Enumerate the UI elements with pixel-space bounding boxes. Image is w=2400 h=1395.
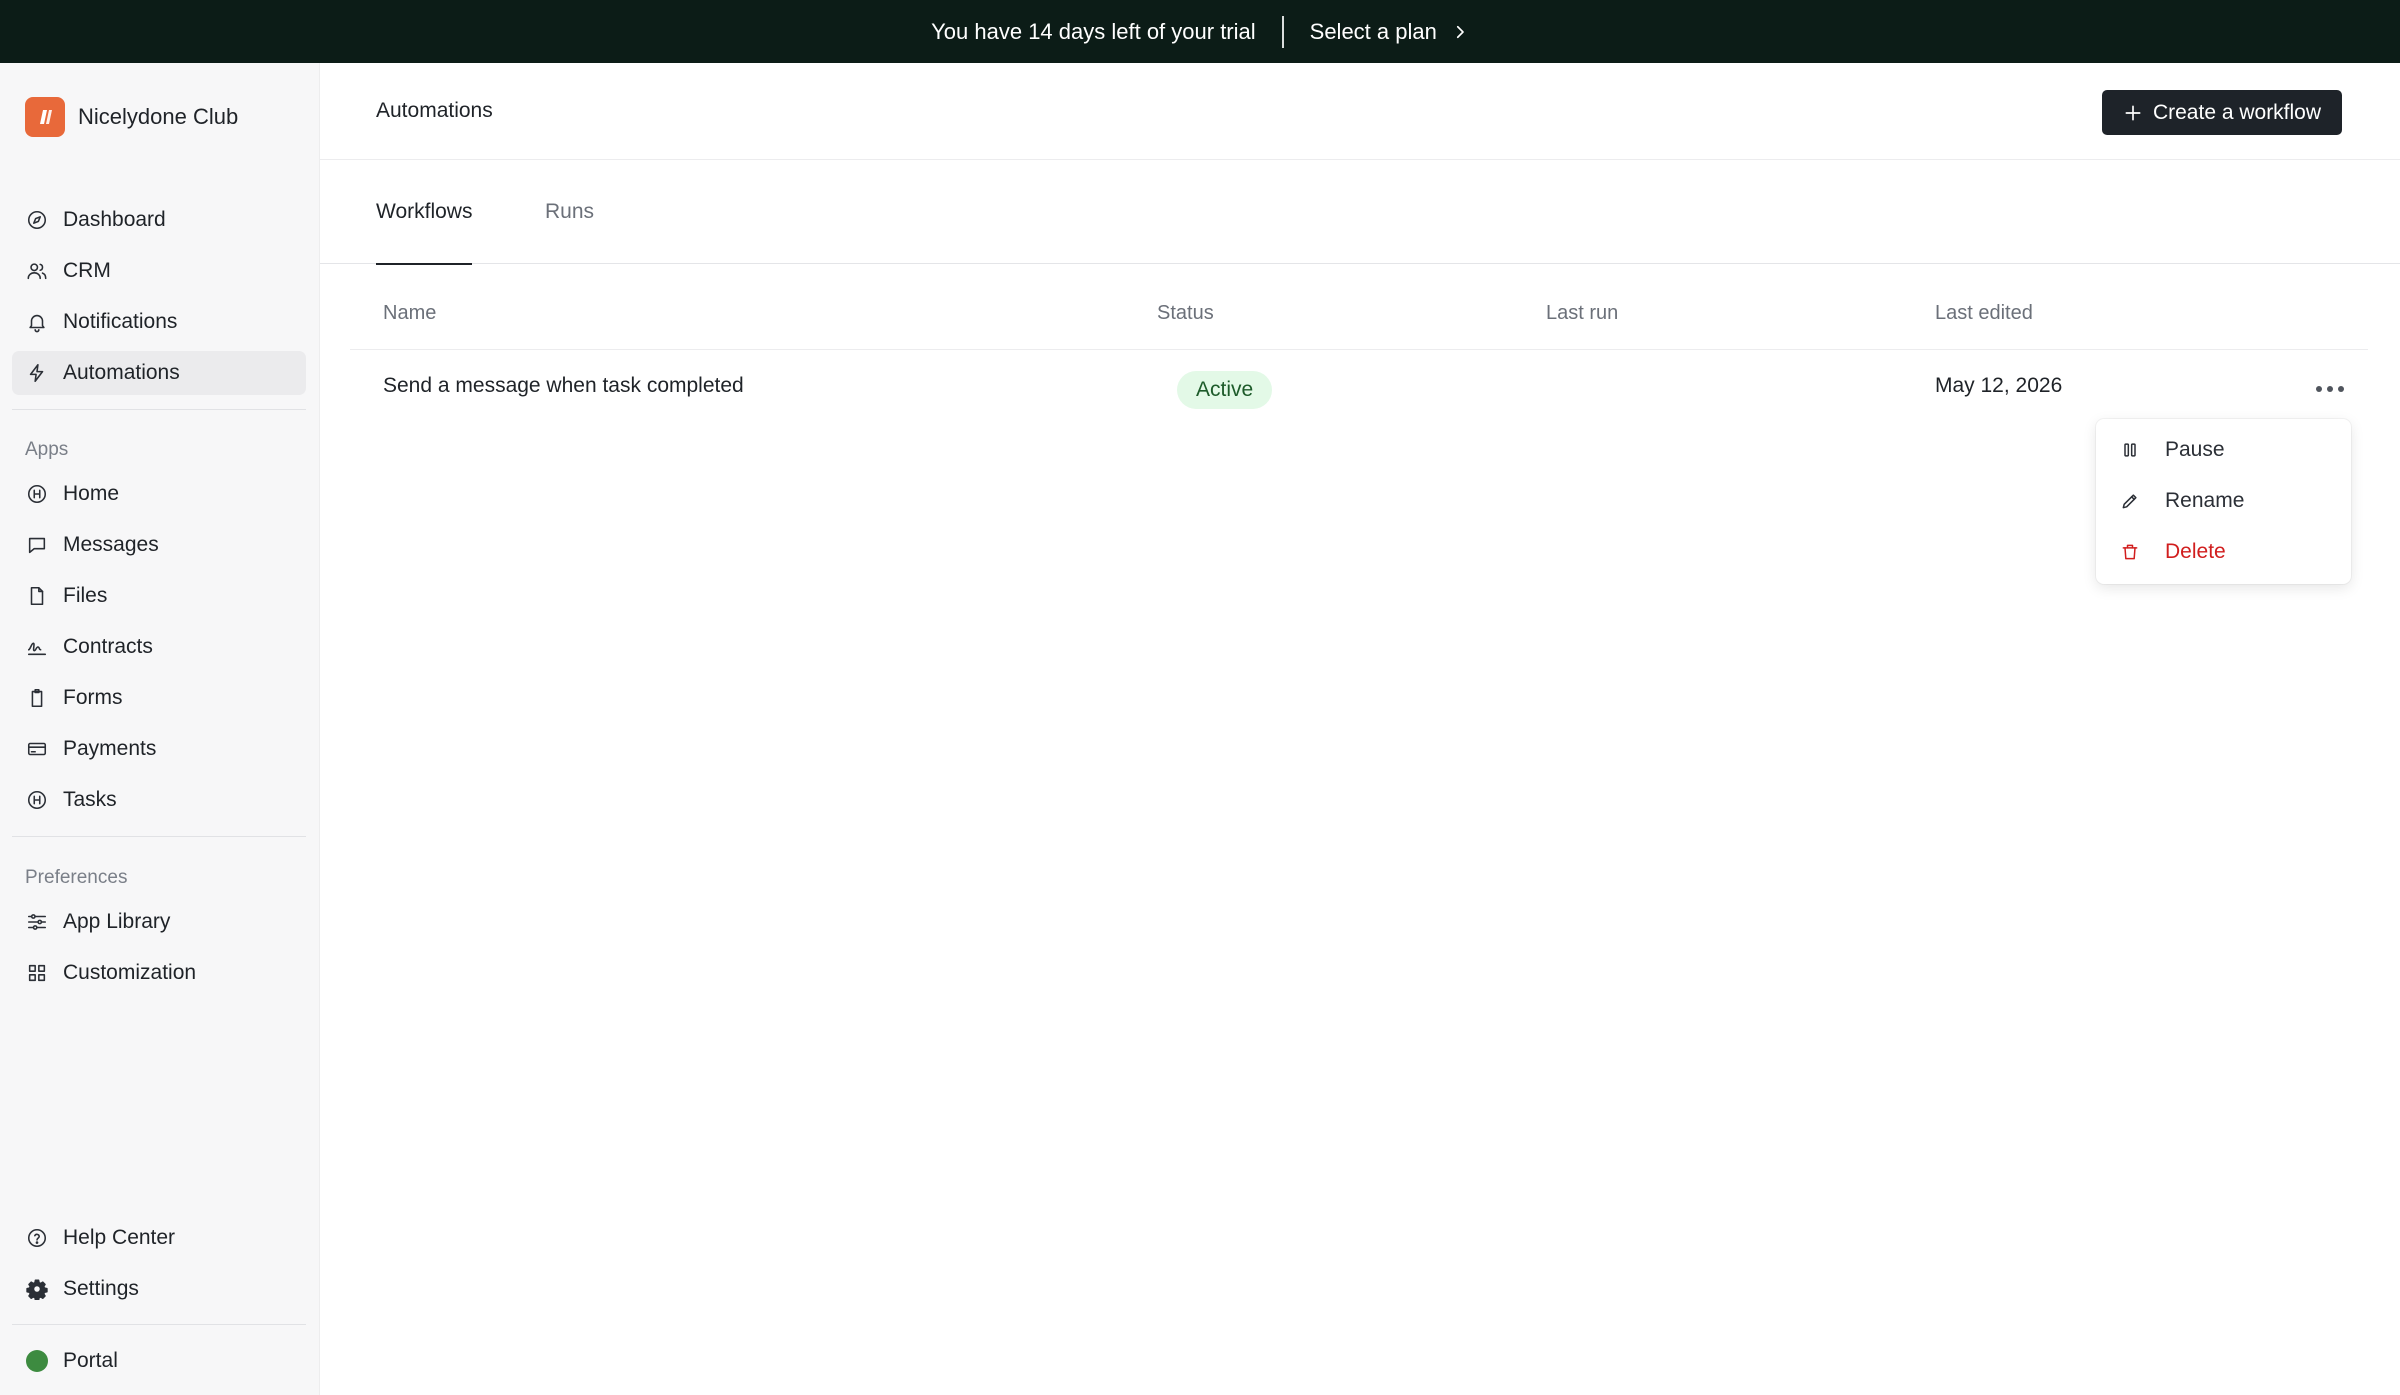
- workflow-name[interactable]: Send a message when task completed: [383, 374, 744, 398]
- grid-icon: [25, 961, 49, 985]
- clipboard-icon: [25, 686, 49, 710]
- column-header-last-run[interactable]: Last run: [1546, 302, 1618, 325]
- menu-item-label: Delete: [2165, 540, 2226, 563]
- sidebar-item-label: CRM: [63, 259, 111, 282]
- pencil-icon: [2122, 494, 2137, 509]
- sidebar-item-label: App Library: [63, 910, 171, 933]
- sidebar-item-settings[interactable]: Settings: [12, 1267, 306, 1311]
- sidebar-item-label: Payments: [63, 737, 157, 760]
- page-header: Automations Create a workflow: [320, 63, 2400, 160]
- status-badge-label: Active: [1196, 378, 1254, 401]
- trash-icon: [2122, 544, 2138, 560]
- gear-icon: [25, 1277, 49, 1301]
- sidebar-item-label: Dashboard: [63, 208, 166, 231]
- home-icon: [25, 482, 49, 506]
- sidebar: Nicelydone Club Dashboard CRM Notificati…: [0, 63, 320, 1395]
- tab-bar: Workflows Runs: [320, 160, 2400, 265]
- signature-icon: [25, 635, 49, 659]
- message-icon: [25, 533, 49, 557]
- pause-icon: [2124, 443, 2136, 457]
- tab-label: Workflows: [376, 200, 473, 223]
- preferences-section-label: Preferences: [25, 867, 128, 888]
- sidebar-item-label: Home: [63, 482, 120, 505]
- row-actions-menu: Pause Rename Delete: [2096, 419, 2351, 584]
- portal-label: Portal: [63, 1349, 118, 1372]
- sidebar-item-payments[interactable]: Payments: [12, 727, 306, 771]
- main-content: Automations Create a workflow Workflows …: [320, 63, 2400, 1395]
- bolt-icon: [25, 361, 49, 385]
- chevron-right-icon: [1456, 25, 1464, 38]
- sidebar-item-files[interactable]: Files: [12, 574, 306, 618]
- column-header-status[interactable]: Status: [1157, 302, 1214, 325]
- sidebar-item-customization[interactable]: Customization: [12, 951, 306, 995]
- sidebar-item-app-library[interactable]: App Library: [12, 900, 306, 944]
- menu-item-delete[interactable]: Delete: [2096, 528, 2351, 576]
- sliders-icon: [25, 910, 49, 934]
- tasks-icon: [25, 788, 49, 812]
- bell-icon: [25, 310, 49, 334]
- workspace-name: Nicelydone Club: [78, 104, 239, 129]
- status-badge: Active: [1177, 371, 1273, 409]
- sidebar-divider: [12, 836, 306, 837]
- table-row[interactable]: Send a message when task completed Activ…: [350, 350, 2368, 428]
- trial-text: You have 14 days left of your trial: [931, 18, 1256, 44]
- sidebar-item-label: Contracts: [63, 635, 153, 658]
- select-plan-label: Select a plan: [1309, 18, 1437, 44]
- menu-item-pause[interactable]: Pause: [2096, 426, 2351, 474]
- trial-banner: You have 14 days left of your trial Sele…: [0, 0, 2400, 63]
- sidebar-item-dashboard[interactable]: Dashboard: [12, 198, 306, 242]
- sidebar-item-label: Customization: [63, 961, 197, 984]
- sidebar-item-label: Tasks: [63, 788, 117, 811]
- sidebar-item-label: Automations: [63, 361, 180, 384]
- more-dot: [2338, 386, 2344, 392]
- tab-runs[interactable]: Runs: [545, 160, 594, 264]
- tab-label: Runs: [545, 200, 595, 223]
- row-actions-button[interactable]: [2310, 369, 2350, 409]
- compass-icon: [25, 208, 49, 232]
- column-header-name[interactable]: Name: [383, 302, 436, 325]
- select-plan-link[interactable]: Select a plan: [1310, 19, 1469, 45]
- sidebar-item-home[interactable]: Home: [12, 472, 306, 516]
- sidebar-item-forms[interactable]: Forms: [12, 676, 306, 720]
- apps-section-label: Apps: [25, 439, 69, 460]
- sidebar-item-tasks[interactable]: Tasks: [12, 778, 306, 822]
- more-dot: [2327, 386, 2333, 392]
- banner-divider: [1281, 15, 1284, 48]
- credit-card-icon: [25, 737, 49, 761]
- sidebar-item-label: Files: [63, 584, 108, 607]
- sidebar-item-label: Messages: [63, 533, 159, 556]
- brand-logo-icon: [25, 97, 65, 137]
- menu-item-label: Rename: [2165, 489, 2245, 512]
- sidebar-item-crm[interactable]: CRM: [12, 249, 306, 293]
- menu-item-rename[interactable]: Rename: [2096, 477, 2351, 525]
- sidebar-divider: [12, 1324, 306, 1325]
- sidebar-item-label: Help Center: [63, 1226, 176, 1249]
- column-header-last-edited[interactable]: Last edited: [1935, 302, 2033, 325]
- sidebar-item-contracts[interactable]: Contracts: [12, 625, 306, 669]
- sidebar-item-label: Settings: [63, 1277, 139, 1300]
- users-icon: [25, 259, 49, 283]
- sidebar-item-label: Forms: [63, 686, 123, 709]
- file-icon: [25, 584, 49, 608]
- sidebar-item-automations[interactable]: Automations: [12, 351, 306, 395]
- plus-icon: [2125, 105, 2141, 120]
- workspace-switcher[interactable]: Nicelydone Club: [25, 97, 238, 137]
- sidebar-item-help-center[interactable]: Help Center: [12, 1216, 306, 1260]
- sidebar-divider: [12, 409, 306, 410]
- portal-link[interactable]: Portal: [12, 1339, 306, 1383]
- status-dot-icon: [25, 1349, 49, 1373]
- create-workflow-button[interactable]: Create a workflow: [2102, 90, 2342, 135]
- menu-item-label: Pause: [2165, 438, 2225, 461]
- help-icon: [25, 1226, 49, 1250]
- table-header: Name Status Last run Last edited: [350, 264, 2368, 350]
- sidebar-item-notifications[interactable]: Notifications: [12, 300, 306, 344]
- sidebar-item-label: Notifications: [63, 310, 178, 333]
- tab-workflows[interactable]: Workflows: [376, 160, 473, 265]
- last-edited-value: May 12, 2026: [1935, 374, 2063, 397]
- page-title: Automations: [376, 99, 493, 122]
- more-dot: [2316, 386, 2322, 392]
- sidebar-item-messages[interactable]: Messages: [12, 523, 306, 567]
- create-workflow-label: Create a workflow: [2152, 100, 2322, 124]
